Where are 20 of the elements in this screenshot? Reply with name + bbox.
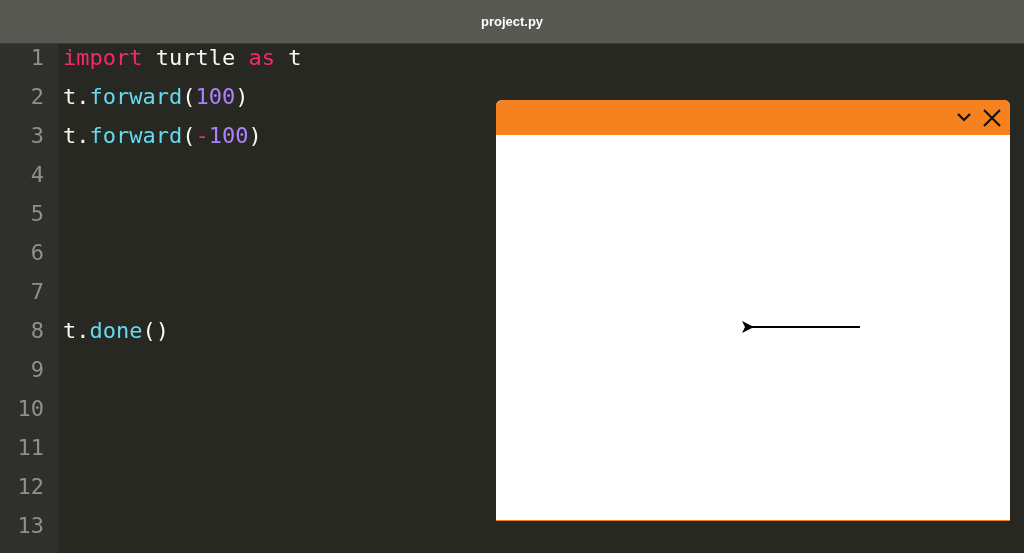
line-number: 1	[30, 45, 45, 72]
line-number: 12	[17, 474, 45, 501]
line-number: 2	[30, 84, 45, 111]
line-number: 7	[30, 279, 45, 306]
line-number: 9	[30, 357, 45, 384]
line-number: 10	[17, 396, 45, 423]
close-icon[interactable]	[983, 108, 1001, 127]
line-number: 6	[30, 240, 45, 267]
line-number: 11	[17, 435, 45, 462]
window-title: project.py	[480, 14, 544, 29]
line-number: 13	[17, 513, 45, 540]
line-number: 5	[30, 201, 45, 228]
line-number: 3	[30, 123, 45, 150]
code-line: import turtle as t	[63, 45, 302, 70]
code-line: t.forward(100)	[63, 84, 249, 109]
code-line: t.done()	[63, 318, 169, 343]
line-number: 4	[30, 162, 45, 189]
chevron-down-icon[interactable]	[957, 113, 971, 122]
line-number: 8	[30, 318, 45, 345]
code-line: t.forward(-100)	[63, 123, 262, 148]
